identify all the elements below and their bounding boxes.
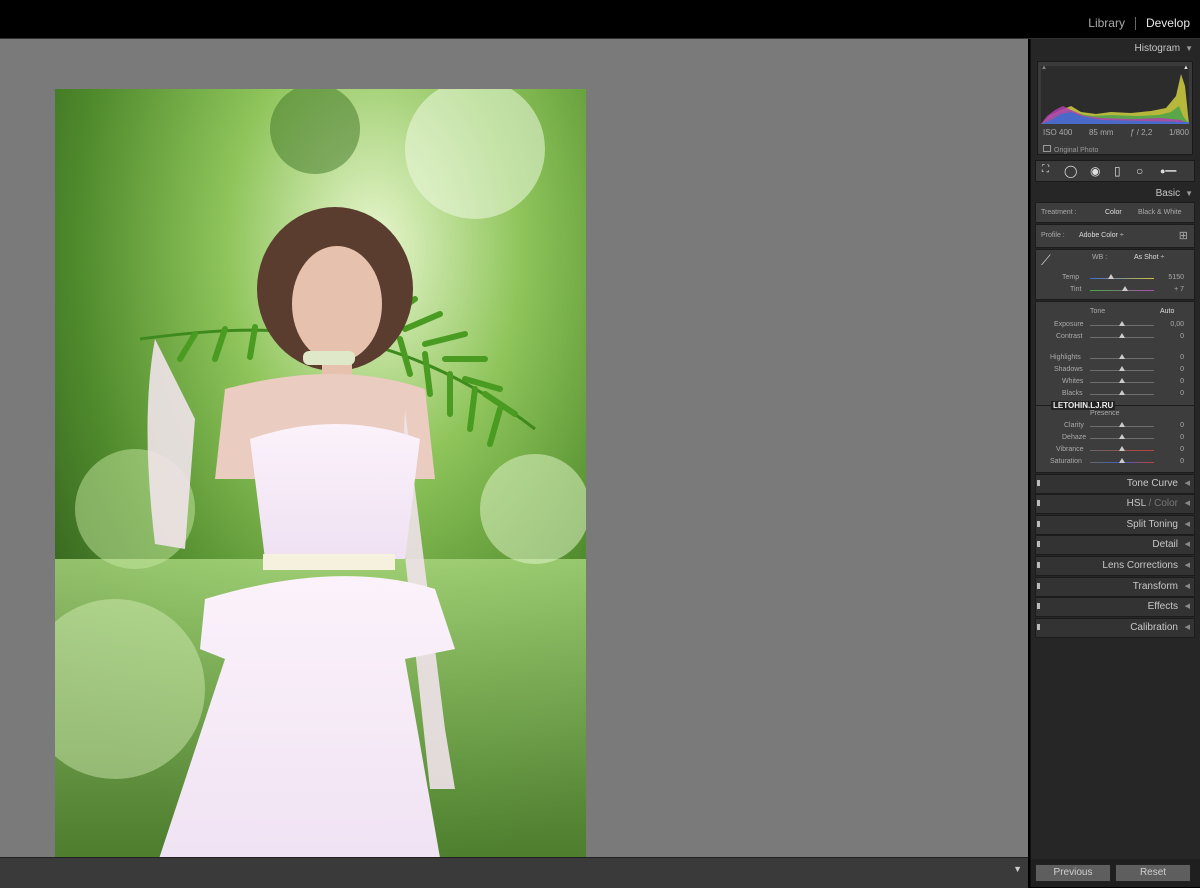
section-transform[interactable]: Transform ◀ — [1035, 577, 1195, 597]
temp-slider-thumb[interactable] — [1108, 274, 1114, 279]
spot-removal-icon[interactable]: ◯ — [1064, 164, 1077, 178]
graduated-filter-icon[interactable]: ▯ — [1114, 164, 1121, 178]
wb-eyedropper-icon[interactable]: ⟋ — [1041, 252, 1051, 269]
top-bar: Library Develop — [0, 0, 1200, 39]
expand-arrow-icon[interactable]: ◀ — [1185, 582, 1190, 590]
dehaze-slider-thumb[interactable] — [1119, 434, 1125, 439]
clarity-slider-thumb[interactable] — [1119, 422, 1125, 427]
section-hsl[interactable]: HSL / Color ◀ — [1035, 494, 1195, 514]
collapse-triangle-icon[interactable]: ▼ — [1185, 189, 1193, 198]
expand-arrow-icon[interactable]: ◀ — [1185, 540, 1190, 548]
presence-section: Presence Clarity 0 Dehaze 0 Vibrance 0 S… — [1035, 405, 1195, 473]
histogram-header[interactable]: Histogram ▼ — [1031, 43, 1194, 54]
section-calibration[interactable]: Calibration ◀ — [1035, 618, 1195, 638]
whites-slider-thumb[interactable] — [1119, 378, 1125, 383]
section-toggle-switch[interactable] — [1037, 500, 1040, 506]
expand-arrow-icon[interactable]: ◀ — [1185, 520, 1190, 528]
exif-info: ISO 400 85 mm ƒ / 2,2 1/800 — [1043, 128, 1189, 137]
section-toggle-switch[interactable] — [1037, 521, 1040, 527]
expand-arrow-icon[interactable]: ◀ — [1185, 499, 1190, 507]
module-picker: Library Develop — [1088, 16, 1190, 30]
image-canvas[interactable] — [0, 39, 1028, 886]
contrast-slider-thumb[interactable] — [1119, 333, 1125, 338]
basic-header[interactable]: Basic ▼ — [1031, 188, 1193, 199]
section-effects[interactable]: Effects ◀ — [1035, 597, 1195, 617]
section-toggle-switch[interactable] — [1037, 603, 1040, 609]
expand-arrow-icon[interactable]: ◀ — [1185, 602, 1190, 610]
highlights-slider-thumb[interactable] — [1119, 354, 1125, 359]
histogram-panel: ▲ ▲ ISO 400 85 mm ƒ / 2,2 1/800 Original… — [1037, 61, 1193, 155]
module-develop[interactable]: Develop — [1146, 16, 1190, 30]
shadow-clipping-icon[interactable]: ▲ — [1041, 65, 1047, 71]
expand-arrow-icon[interactable]: ◀ — [1185, 623, 1190, 631]
photo-image — [55, 89, 586, 886]
exposure-slider-thumb[interactable] — [1119, 321, 1125, 326]
photo-preview — [55, 89, 586, 886]
vibrance-slider-thumb[interactable] — [1119, 446, 1125, 451]
treatment-bw-button[interactable]: Black & White — [1138, 209, 1182, 216]
section-lens-corrections[interactable]: Lens Corrections ◀ — [1035, 556, 1195, 576]
saturation-slider-thumb[interactable] — [1119, 458, 1125, 463]
profile-select[interactable]: Adobe Color ÷ — [1079, 232, 1124, 239]
section-toggle-switch[interactable] — [1037, 583, 1040, 589]
expand-arrow-icon[interactable]: ◀ — [1185, 479, 1190, 487]
bottom-buttons: Previous Reset — [1031, 859, 1200, 887]
tint-slider-thumb[interactable] — [1122, 286, 1128, 291]
blacks-slider-thumb[interactable] — [1119, 390, 1125, 395]
module-separator — [1134, 16, 1136, 30]
section-split-toning[interactable]: Split Toning ◀ — [1035, 515, 1195, 535]
section-tone-curve[interactable]: Tone Curve ◀ — [1035, 474, 1195, 494]
auto-tone-button[interactable]: Auto — [1160, 308, 1174, 315]
section-toggle-switch[interactable] — [1037, 541, 1040, 547]
shadows-slider-thumb[interactable] — [1119, 366, 1125, 371]
profile-browser-icon[interactable]: ⊞ — [1179, 229, 1188, 242]
radial-filter-icon[interactable]: ○ — [1136, 164, 1143, 178]
treatment-color-button[interactable]: Color — [1105, 209, 1122, 216]
section-toggle-switch[interactable] — [1037, 562, 1040, 568]
tool-strip: ⛶ ◯ ◉ ▯ ○ ●━━ — [1035, 160, 1195, 182]
section-detail[interactable]: Detail ◀ — [1035, 535, 1195, 555]
develop-right-panel: Histogram ▼ ▲ ▲ ISO 400 85 mm ƒ / 2,2 1/8… — [1030, 39, 1200, 887]
module-library[interactable]: Library — [1088, 16, 1125, 30]
reset-button[interactable]: Reset — [1115, 864, 1191, 882]
original-photo-icon — [1043, 145, 1051, 152]
expand-arrow-icon[interactable]: ◀ — [1185, 561, 1190, 569]
highlight-clipping-icon[interactable]: ▲ — [1183, 65, 1189, 71]
white-balance-section: ⟋ WB : As Shot ÷ Temp 5150 Tint + 7 — [1035, 249, 1195, 300]
section-toggle-switch[interactable] — [1037, 624, 1040, 630]
previous-button[interactable]: Previous — [1035, 864, 1111, 882]
treatment-row: Treatment : Color Black & White — [1035, 202, 1195, 223]
original-photo-label: Original Photo — [1043, 145, 1098, 154]
collapse-triangle-icon[interactable]: ▼ — [1185, 44, 1193, 53]
temp-slider[interactable] — [1090, 278, 1154, 279]
red-eye-icon[interactable]: ◉ — [1090, 164, 1100, 178]
wb-select[interactable]: As Shot ÷ — [1134, 254, 1164, 261]
toolbar-dropdown-icon[interactable]: ▼ — [1013, 864, 1022, 874]
profile-row: Profile : Adobe Color ÷ ⊞ — [1035, 224, 1195, 248]
section-toggle-switch[interactable] — [1037, 480, 1040, 486]
crop-tool-icon[interactable]: ⛶ — [1042, 164, 1049, 175]
tone-section: Tone Auto Exposure 0,00 Contrast 0 Highl… — [1035, 301, 1195, 407]
watermark: LETOHIN.LJ.RU — [1051, 401, 1116, 410]
adjustment-brush-icon[interactable]: ●━━ — [1160, 166, 1176, 177]
bottom-toolbar: ▼ — [0, 857, 1028, 888]
histogram-graph — [1041, 66, 1189, 124]
